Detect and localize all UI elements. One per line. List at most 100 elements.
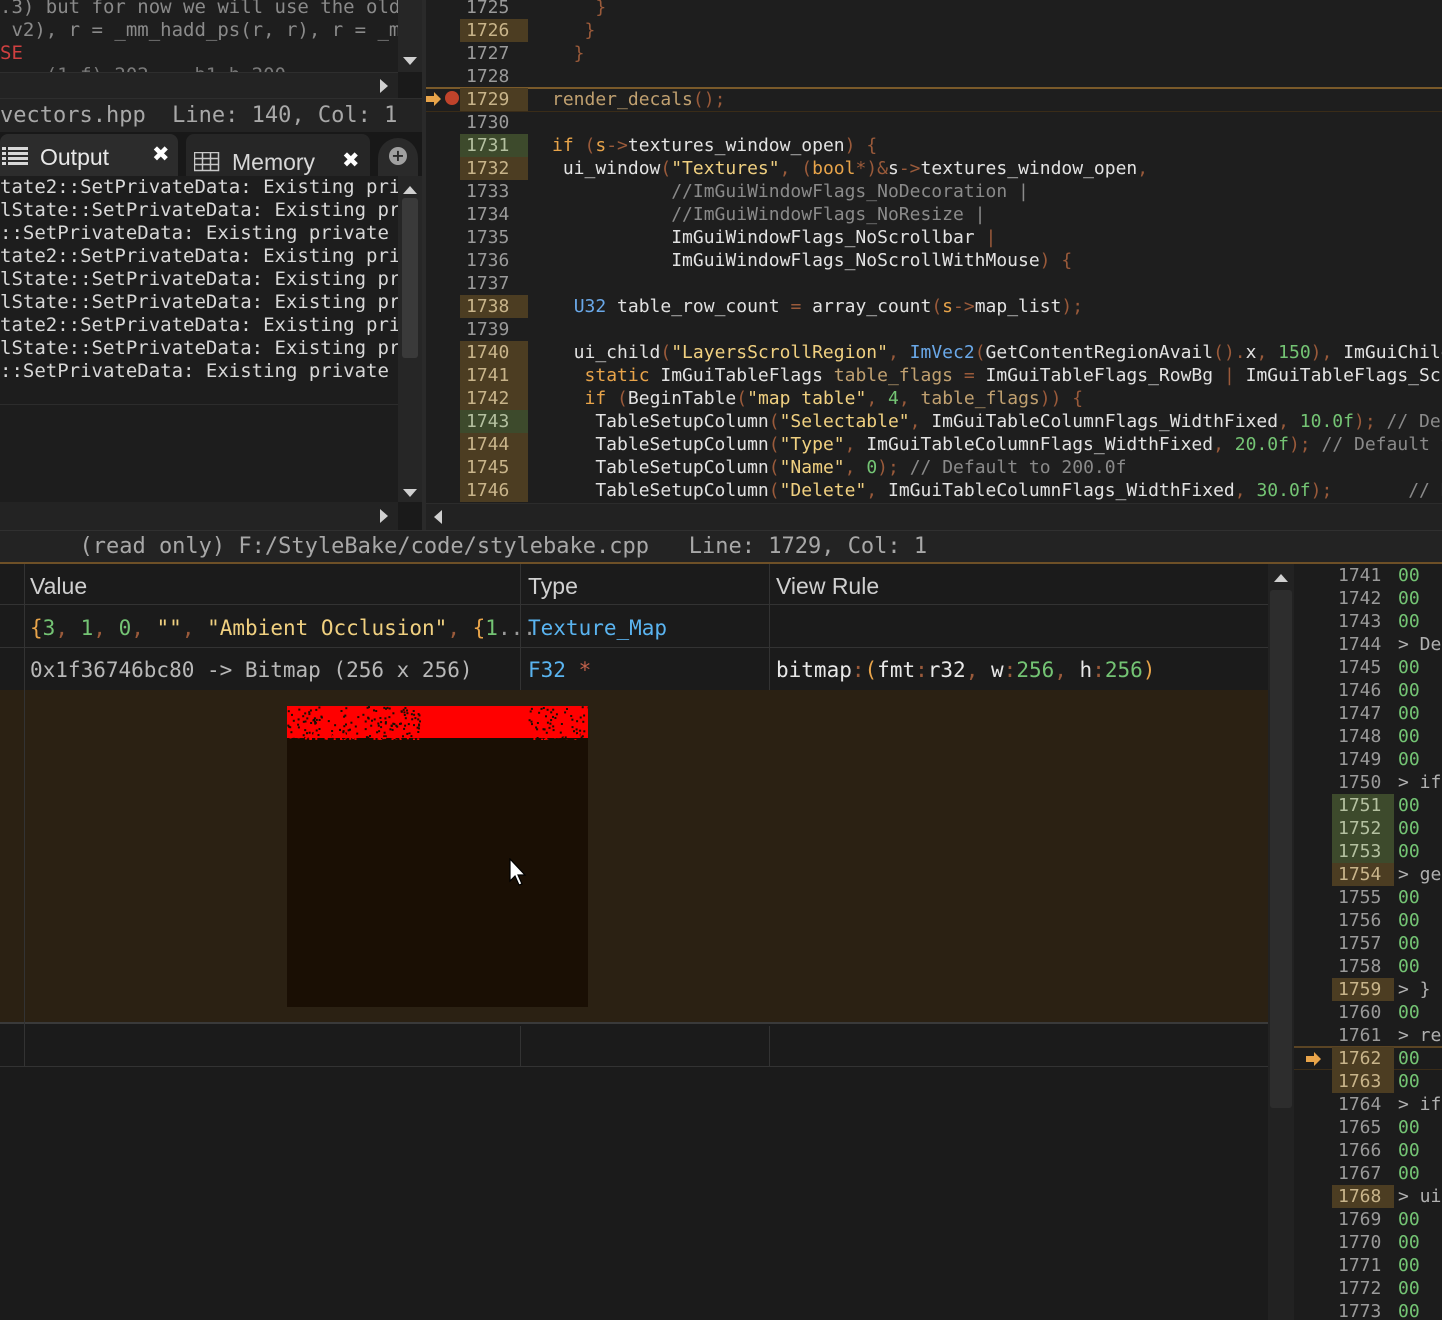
line-number[interactable]: 1742: [460, 387, 528, 410]
line-number[interactable]: 1732: [460, 157, 528, 180]
scroll-thumb[interactable]: [1270, 590, 1292, 1108]
line-number[interactable]: 1744: [1332, 633, 1394, 656]
line-number[interactable]: 1773: [1332, 1300, 1394, 1320]
line-number[interactable]: 1765: [1332, 1116, 1394, 1139]
line-number[interactable]: 1739: [460, 318, 528, 341]
tab-memory[interactable]: Memory ✖: [186, 134, 370, 176]
tab-output[interactable]: Output ✖: [0, 134, 178, 176]
line-number[interactable]: 1756: [1332, 909, 1394, 932]
line-number[interactable]: 1728: [460, 65, 528, 88]
code-line: ui_window("Textures", (bool*)&s->texture…: [552, 158, 1149, 179]
vertical-scrollbar[interactable]: [1268, 564, 1294, 1320]
scroll-down-icon[interactable]: [403, 489, 417, 497]
line-content: 00: [1398, 956, 1420, 977]
rule-token: :: [915, 658, 928, 682]
line-number[interactable]: 1753: [1332, 840, 1394, 863]
line-number[interactable]: 1736: [460, 249, 528, 272]
line-number[interactable]: 1733: [460, 180, 528, 203]
bitmap-visualizer[interactable]: [0, 690, 1268, 1024]
watch-table[interactable]: Value Type View Rule {3, 1, 0, "", "Ambi…: [0, 564, 1268, 1320]
line-number[interactable]: 1766: [1332, 1139, 1394, 1162]
vertical-scrollbar[interactable]: [398, 176, 422, 502]
scroll-thumb[interactable]: [402, 198, 418, 358]
line-number[interactable]: 1749: [1332, 748, 1394, 771]
line-number[interactable]: 1743: [460, 410, 528, 433]
value-cell[interactable]: {3, 1, 0, "", "Ambient Occlusion", {1...: [30, 607, 536, 649]
line-number[interactable]: 1768: [1332, 1185, 1394, 1208]
line-number[interactable]: 1752: [1332, 817, 1394, 840]
line-number[interactable]: 1730: [460, 111, 528, 134]
scroll-down-icon[interactable]: [403, 57, 417, 65]
type-cell[interactable]: Texture_Map: [528, 607, 667, 649]
column-header-view-rule[interactable]: View Rule: [776, 564, 879, 604]
line-number[interactable]: 1767: [1332, 1162, 1394, 1185]
line-number[interactable]: 1764: [1332, 1093, 1394, 1116]
column-header-value[interactable]: Value: [30, 564, 87, 604]
line-number[interactable]: 1737: [460, 272, 528, 295]
line-number[interactable]: 1745: [460, 456, 528, 479]
secondary-code-view[interactable]: .3) but for now we will use the old w v2…: [0, 0, 398, 72]
line-number[interactable]: 1760: [1332, 1001, 1394, 1024]
output-log[interactable]: tate2::SetPrivateData: Existing priva lS…: [0, 176, 398, 502]
close-icon[interactable]: ✖: [342, 148, 360, 172]
line-number[interactable]: 1762: [1332, 1047, 1394, 1070]
horizontal-scrollbar[interactable]: [426, 503, 1442, 530]
divider: [0, 1066, 1268, 1067]
view-rule-cell[interactable]: bitmap:(fmt:r32, w:256, h:256): [776, 649, 1155, 691]
line-number[interactable]: 1727: [460, 42, 528, 65]
line-number[interactable]: 1763: [1332, 1070, 1394, 1093]
source-minimap[interactable]: 1741 00 1742 00 1743 00 1744 > De 1745 00 1746 00 17…: [1294, 564, 1442, 1320]
scroll-left-icon[interactable]: [434, 510, 442, 524]
line-number[interactable]: 1770: [1332, 1231, 1394, 1254]
line-number[interactable]: 1772: [1332, 1277, 1394, 1300]
close-icon[interactable]: ✖: [152, 142, 170, 166]
line-number[interactable]: 1744: [460, 433, 528, 456]
line-number[interactable]: 1761: [1332, 1024, 1394, 1047]
horizontal-scrollbar[interactable]: [0, 72, 398, 98]
add-tab-button[interactable]: +: [378, 138, 418, 178]
line-number[interactable]: 1725: [460, 0, 528, 19]
column-header-type[interactable]: Type: [528, 564, 578, 604]
line-number[interactable]: 1747: [1332, 702, 1394, 725]
line-content: > ui: [1398, 1186, 1442, 1207]
line-number[interactable]: 1746: [460, 479, 528, 502]
line-number[interactable]: 1755: [1332, 886, 1394, 909]
value-cell[interactable]: 0x1f36746bc80 -> Bitmap (256 x 256): [30, 649, 473, 691]
line-number[interactable]: 1741: [1332, 564, 1394, 587]
scroll-right-icon[interactable]: [380, 509, 388, 523]
bitmap-preview[interactable]: [287, 706, 588, 1007]
line-number[interactable]: 1754: [1332, 863, 1394, 886]
line-number[interactable]: 1758: [1332, 955, 1394, 978]
value-token: {: [472, 616, 486, 640]
breakpoint-icon[interactable]: [445, 91, 459, 105]
line-content: 00: [1398, 933, 1420, 954]
horizontal-scrollbar[interactable]: [0, 502, 398, 530]
line-number[interactable]: 1745: [1332, 656, 1394, 679]
line-number[interactable]: 1731: [460, 134, 528, 157]
line-number[interactable]: 1735: [460, 226, 528, 249]
line-number[interactable]: 1751: [1332, 794, 1394, 817]
type-cell[interactable]: F32 *: [528, 649, 591, 691]
vertical-scrollbar[interactable]: [398, 0, 422, 72]
line-number[interactable]: 1740: [460, 341, 528, 364]
code-editor[interactable]: 1725 1726 1727 1728 1729 1730 1731 1732 …: [426, 0, 1442, 503]
code-line: - (1-f) 202 - -b1-h 200: [0, 64, 286, 72]
line-number[interactable]: 1750: [1332, 771, 1394, 794]
line-number[interactable]: 1734: [460, 203, 528, 226]
line-number[interactable]: 1769: [1332, 1208, 1394, 1231]
scroll-up-icon[interactable]: [403, 186, 417, 194]
scroll-up-icon[interactable]: [1274, 574, 1288, 582]
line-content: > ge: [1398, 864, 1442, 885]
line-number[interactable]: 1759: [1332, 978, 1394, 1001]
line-number[interactable]: 1729: [460, 88, 528, 111]
line-number[interactable]: 1757: [1332, 932, 1394, 955]
line-number[interactable]: 1742: [1332, 587, 1394, 610]
line-number[interactable]: 1746: [1332, 679, 1394, 702]
line-number[interactable]: 1771: [1332, 1254, 1394, 1277]
line-number[interactable]: 1738: [460, 295, 528, 318]
line-number[interactable]: 1741: [460, 364, 528, 387]
line-number[interactable]: 1748: [1332, 725, 1394, 748]
scroll-right-icon[interactable]: [380, 79, 388, 93]
line-number[interactable]: 1726: [460, 19, 528, 42]
line-number[interactable]: 1743: [1332, 610, 1394, 633]
